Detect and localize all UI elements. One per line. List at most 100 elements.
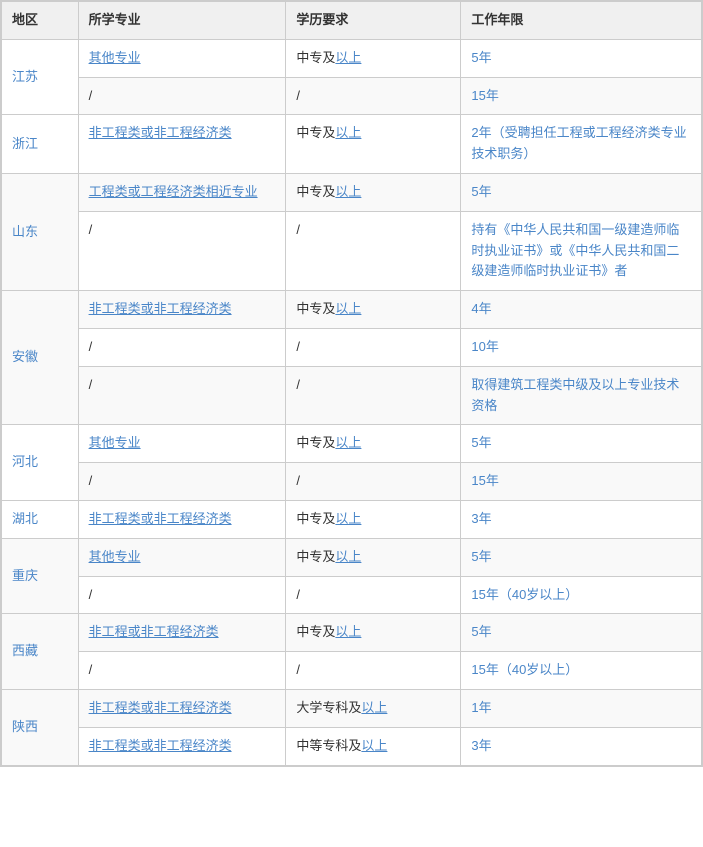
work-cell: 5年 bbox=[461, 39, 702, 77]
work-cell: 15年（40岁以上） bbox=[461, 652, 702, 690]
edu-link[interactable]: 以上 bbox=[335, 301, 361, 316]
work-value: 5年 bbox=[471, 549, 491, 564]
edu-cell: 中专及以上 bbox=[286, 425, 461, 463]
major-cell: 其他专业 bbox=[78, 538, 286, 576]
table-row: // 15年（40岁以上） bbox=[2, 576, 702, 614]
major-cell: 非工程类或非工程经济类 bbox=[78, 689, 286, 727]
work-value: 15年（40岁以上） bbox=[471, 587, 578, 602]
work-cell: 15年 bbox=[461, 77, 702, 115]
edu-cell: 中专及以上 bbox=[286, 614, 461, 652]
region-cell: 陕西 bbox=[2, 689, 79, 765]
edu-link[interactable]: 以上 bbox=[335, 125, 361, 140]
major-link[interactable]: 非工程类或非工程经济类 bbox=[89, 700, 232, 715]
major-cell: 其他专业 bbox=[78, 39, 286, 77]
major-link[interactable]: 非工程或非工程经济类 bbox=[89, 624, 219, 639]
region-cell: 浙江 bbox=[2, 115, 79, 174]
main-table-container: 地区 所学专业 学历要求 工作年限 江苏其他专业中专及以上5年//15年浙江非工… bbox=[0, 0, 703, 767]
major-link[interactable]: 工程类或工程经济类相近专业 bbox=[89, 184, 258, 199]
major-link[interactable]: 其他专业 bbox=[89, 549, 141, 564]
edu-cell: / bbox=[286, 211, 461, 290]
edu-cell: / bbox=[286, 463, 461, 501]
table-row: 陕西非工程类或非工程经济类大学专科及以上1年 bbox=[2, 689, 702, 727]
edu-cell: 中专及以上 bbox=[286, 39, 461, 77]
work-cell: 5年 bbox=[461, 538, 702, 576]
edu-cell: / bbox=[286, 366, 461, 425]
major-cell: 非工程类或非工程经济类 bbox=[78, 727, 286, 765]
edu-link[interactable]: 以上 bbox=[335, 549, 361, 564]
table-row: //15年 bbox=[2, 77, 702, 115]
work-value: 3年 bbox=[471, 738, 491, 753]
region-cell: 江苏 bbox=[2, 39, 79, 115]
work-cell: 4年 bbox=[461, 291, 702, 329]
edu-cell: / bbox=[286, 328, 461, 366]
region-cell: 山东 bbox=[2, 173, 79, 290]
edu-cell: 大学专科及以上 bbox=[286, 689, 461, 727]
header-work: 工作年限 bbox=[461, 2, 702, 40]
table-header-row: 地区 所学专业 学历要求 工作年限 bbox=[2, 2, 702, 40]
table-row: 河北其他专业中专及以上5年 bbox=[2, 425, 702, 463]
major-cell: / bbox=[78, 652, 286, 690]
work-cell: 5年 bbox=[461, 614, 702, 652]
table-row: 山东工程类或工程经济类相近专业中专及以上5年 bbox=[2, 173, 702, 211]
table-row: //15年（40岁以上） bbox=[2, 652, 702, 690]
major-link[interactable]: 非工程类或非工程经济类 bbox=[89, 301, 232, 316]
major-link[interactable]: 其他专业 bbox=[89, 435, 141, 450]
edu-cell: 中专及以上 bbox=[286, 500, 461, 538]
table-row: 安徽非工程类或非工程经济类中专及以上4年 bbox=[2, 291, 702, 329]
edu-cell: 中专及以上 bbox=[286, 173, 461, 211]
edu-link[interactable]: 以上 bbox=[335, 435, 361, 450]
edu-cell: 中专及以上 bbox=[286, 291, 461, 329]
work-cell: 10年 bbox=[461, 328, 702, 366]
table-row: // 取得建筑工程类中级及以上专业技术资格 bbox=[2, 366, 702, 425]
work-cell: 5年 bbox=[461, 425, 702, 463]
region-cell: 重庆 bbox=[2, 538, 79, 614]
edu-link[interactable]: 以上 bbox=[335, 184, 361, 199]
major-cell: / bbox=[78, 463, 286, 501]
work-cell: 3年 bbox=[461, 727, 702, 765]
major-cell: / bbox=[78, 328, 286, 366]
table-row: 非工程类或非工程经济类 中等专科及以上 3年 bbox=[2, 727, 702, 765]
work-cell: 5年 bbox=[461, 173, 702, 211]
major-cell: 非工程类或非工程经济类 bbox=[78, 291, 286, 329]
major-link[interactable]: 非工程类或非工程经济类 bbox=[89, 738, 232, 753]
edu-link[interactable]: 以上 bbox=[335, 624, 361, 639]
region-cell: 湖北 bbox=[2, 500, 79, 538]
edu-link[interactable]: 以上 bbox=[335, 50, 361, 65]
work-value: 3年 bbox=[471, 511, 491, 526]
table-row: 西藏非工程或非工程经济类中专及以上5年 bbox=[2, 614, 702, 652]
work-cell: 3年 bbox=[461, 500, 702, 538]
table-row: 重庆其他专业中专及以上5年 bbox=[2, 538, 702, 576]
major-cell: / bbox=[78, 366, 286, 425]
major-cell: 其他专业 bbox=[78, 425, 286, 463]
work-cell: 1年 bbox=[461, 689, 702, 727]
edu-link[interactable]: 以上 bbox=[361, 700, 387, 715]
work-value: 5年 bbox=[471, 50, 491, 65]
work-value: 4年 bbox=[471, 301, 491, 316]
major-cell: / bbox=[78, 576, 286, 614]
work-cell: 取得建筑工程类中级及以上专业技术资格 bbox=[461, 366, 702, 425]
region-cell: 河北 bbox=[2, 425, 79, 501]
edu-link[interactable]: 以上 bbox=[335, 511, 361, 526]
major-cell: 工程类或工程经济类相近专业 bbox=[78, 173, 286, 211]
edu-link[interactable]: 以上 bbox=[361, 738, 387, 753]
header-edu: 学历要求 bbox=[286, 2, 461, 40]
work-value: 1年 bbox=[471, 700, 491, 715]
work-value: 2年（受聘担任工程或工程经济类专业技术职务） bbox=[471, 125, 686, 161]
table-row: // 10年 bbox=[2, 328, 702, 366]
major-link[interactable]: 其他专业 bbox=[89, 50, 141, 65]
major-link[interactable]: 非工程类或非工程经济类 bbox=[89, 125, 232, 140]
work-value: 15年 bbox=[471, 473, 498, 488]
header-region: 地区 bbox=[2, 2, 79, 40]
work-value: 10年 bbox=[471, 339, 498, 354]
edu-cell: 中等专科及以上 bbox=[286, 727, 461, 765]
major-cell: 非工程类或非工程经济类 bbox=[78, 500, 286, 538]
work-cell: 持有《中华人民共和国一级建造师临时执业证书》或《中华人民共和国二级建造师临时执业… bbox=[461, 211, 702, 290]
edu-cell: / bbox=[286, 576, 461, 614]
table-row: //持有《中华人民共和国一级建造师临时执业证书》或《中华人民共和国二级建造师临时… bbox=[2, 211, 702, 290]
major-link[interactable]: 非工程类或非工程经济类 bbox=[89, 511, 232, 526]
table-row: // 15年 bbox=[2, 463, 702, 501]
major-cell: / bbox=[78, 211, 286, 290]
work-value: 5年 bbox=[471, 624, 491, 639]
work-value: 取得建筑工程类中级及以上专业技术资格 bbox=[471, 377, 679, 413]
edu-cell: / bbox=[286, 652, 461, 690]
